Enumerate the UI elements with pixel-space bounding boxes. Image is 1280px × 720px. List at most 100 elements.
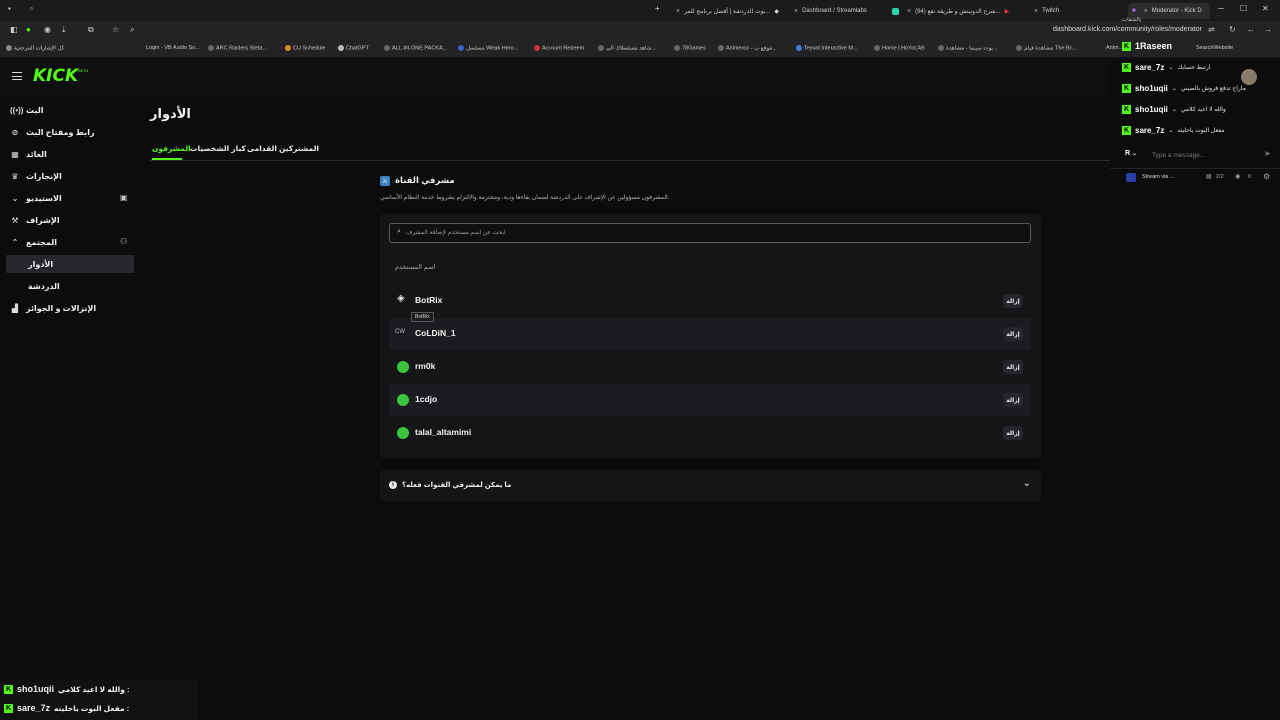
extension-icon[interactable]: ◉ — [44, 25, 51, 34]
bookmark-item[interactable]: ALL-IN-ONE PACKA... — [384, 45, 447, 51]
bookmark-favicon-icon — [384, 45, 390, 51]
moderator-name[interactable]: CoLDiN_1 — [415, 328, 456, 338]
chat-input[interactable] — [1152, 149, 1257, 161]
zoom-icon[interactable]: ⌕ — [130, 25, 134, 35]
forward-icon[interactable]: → — [1264, 25, 1272, 34]
tab-og-subscribers[interactable]: المشتركين القدامى — [247, 144, 319, 153]
bookmark-item[interactable]: كل الإشارات المرجعية — [6, 45, 64, 51]
gear-icon[interactable]: ⚙ — [1263, 172, 1270, 181]
chat-users-icon: ▤ — [1206, 174, 1212, 180]
close-icon[interactable]: × — [1144, 8, 1148, 15]
address-bar[interactable]: dashboard.kick.com/community/roles/moder… — [1053, 26, 1202, 33]
browser-tab[interactable]: × (94) شرح الدونيتش و طريقة تفع... ▶ — [892, 3, 1020, 19]
search-icon: ⌕ — [397, 228, 401, 235]
window-menu-icon[interactable]: ▪ — [8, 4, 11, 13]
bookmark-item[interactable]: Teyvat Interactive M... — [796, 45, 858, 51]
moderator-name[interactable]: rm0k — [415, 361, 435, 371]
tab-list-icon[interactable]: ▫ — [30, 4, 33, 13]
chat-identity-initial[interactable]: R ⌄ — [1125, 150, 1137, 157]
bookmark-item[interactable]: SearchWebsite — [1196, 45, 1233, 51]
remove-button[interactable]: إزالة — [1003, 327, 1023, 341]
sidebar-item-roles[interactable]: الأدوار — [6, 255, 134, 273]
close-icon[interactable]: × — [794, 8, 798, 15]
moderator-name[interactable]: BotRix — [415, 295, 442, 305]
maximize-icon[interactable]: ☐ — [1240, 4, 1247, 13]
send-icon[interactable]: ➤ — [1264, 149, 1271, 158]
tab-vips[interactable]: كبار الشخصيات — [190, 144, 246, 153]
chat-username[interactable]: sare_7z — [1135, 126, 1164, 135]
minimize-icon[interactable]: ─ — [1218, 4, 1224, 13]
close-window-icon[interactable]: ✕ — [1262, 4, 1269, 13]
chat-username[interactable]: sare_7z — [1135, 63, 1164, 72]
section-title: مشرفي القناة — [395, 175, 455, 185]
extension-icon[interactable]: ● — [26, 25, 31, 34]
bookmark-item[interactable]: Login - VB Audio So... — [146, 45, 200, 51]
bookmark-item[interactable]: Account Redeem — [534, 45, 584, 51]
link-icon: ⊘ — [11, 127, 19, 137]
faq-accordion[interactable]: i ما يمكن لمشرفي القنوات فعله؟ ⌄ — [380, 470, 1041, 501]
remove-button[interactable]: إزالة — [1003, 294, 1023, 308]
kick-badge-icon: K — [1122, 126, 1131, 135]
faq-label: ما يمكن لمشرفي القنوات فعله؟ — [402, 482, 512, 489]
sidebar-item-broadcast[interactable]: ((•)) البث — [10, 101, 134, 119]
close-icon[interactable]: × — [676, 8, 680, 15]
site-settings-icon[interactable]: ⇌ — [1208, 25, 1215, 34]
remove-button[interactable]: إزالة — [1003, 426, 1023, 440]
chatgpt-icon — [338, 45, 344, 51]
chat-username[interactable]: sho1uqii — [1135, 84, 1168, 93]
browser-tab[interactable]: × Twitch — [1030, 3, 1120, 19]
bookmark-item[interactable]: Anim... — [1106, 45, 1123, 51]
bookmark-item[interactable]: مسلسل Weak Hero... — [458, 45, 518, 51]
broadcast-icon: ((•)) — [10, 105, 24, 115]
moderator-sword-icon: ⚔ — [380, 175, 390, 186]
hamburger-menu-icon[interactable] — [12, 72, 22, 80]
sidebar-item-drops[interactable]: ▟ الإنزالات و الجوائز — [10, 299, 134, 317]
bookmark-item[interactable]: Home | HoYoLAB — [874, 45, 925, 51]
bookmark-item[interactable]: بوت سينما - مشاهدة... — [938, 45, 998, 51]
close-icon[interactable]: × — [1034, 8, 1038, 15]
bookmark-item[interactable]: ARC Raiders Steta... — [208, 45, 267, 51]
avatar — [397, 394, 409, 406]
tabs-divider — [150, 160, 1110, 161]
chat-username[interactable]: 1Raseen — [1135, 41, 1172, 51]
chat-text: ماراح تدفع فروش بالصيني — [1180, 86, 1246, 92]
chat-message: K sho1uqii ⌄ ماراح تدفع فروش بالصيني — [1122, 84, 1246, 93]
browser-tab[interactable]: × Dashboard / Streamlabs — [790, 3, 880, 19]
search-input[interactable] — [406, 225, 1006, 241]
chevron-down-icon: ⌄ — [1168, 65, 1174, 71]
bookmark-item[interactable]: Animerco - موقع ب... — [718, 45, 777, 51]
moderator-name[interactable]: talal_altamimi — [415, 427, 471, 437]
sidebar-item-achievements[interactable]: ♛ الإنجازات — [10, 167, 134, 185]
download-icon[interactable]: ⤓ — [62, 25, 66, 35]
bookmark-item[interactable]: شاهد مسلسلاك الي... — [598, 45, 656, 51]
back-icon[interactable]: ← — [1247, 25, 1255, 34]
extensions-icon[interactable]: ⧉ — [88, 25, 94, 35]
moderator-name[interactable]: 1cdjo — [415, 394, 437, 404]
close-icon[interactable]: × — [907, 8, 911, 15]
sidebar-item-revenue[interactable]: ▦ العائد — [10, 145, 134, 163]
new-tab-icon[interactable]: + — [655, 4, 660, 13]
bookmark-star-icon[interactable]: ☆ — [112, 25, 119, 34]
kick-logo[interactable]: KICK — [33, 66, 78, 86]
bookmark-favicon-icon — [534, 45, 540, 51]
remove-button[interactable]: إزالة — [1003, 393, 1023, 407]
moderation-icon: ⚒ — [11, 215, 19, 225]
reload-icon[interactable]: ↻ — [1229, 25, 1236, 34]
chevron-down-icon[interactable]: ⌄ — [1023, 478, 1031, 489]
sidebar-toggle-icon[interactable]: ◧ — [10, 25, 18, 34]
tab-moderators[interactable]: المشرفون — [152, 144, 191, 153]
sidebar-item-chat[interactable]: الدردشة — [10, 277, 134, 295]
bookmark-item[interactable]: ChatGPT — [338, 45, 369, 51]
chat-username[interactable]: sho1uqii — [1135, 105, 1168, 114]
remove-button[interactable]: إزالة — [1003, 360, 1023, 374]
sidebar-item-community[interactable]: ⌃ المجتمع — [10, 233, 134, 251]
sidebar-item-moderation[interactable]: ⚒ الإشراف — [10, 211, 134, 229]
overlay-text: والله لا اعيد كلامي : — [58, 684, 130, 694]
bookmark-item[interactable]: CU Schedule — [285, 45, 325, 51]
sidebar-item-stream-key[interactable]: ⊘ رابط ومفتاح البث — [10, 123, 134, 141]
sidebar-item-studio[interactable]: ⌄ الاستيديو — [10, 189, 134, 207]
bookmark-item[interactable]: 78Games — [674, 45, 706, 51]
browser-tab[interactable]: × بوت الدردشة | أفضل برنامج للمر... ◆ — [672, 3, 784, 19]
user-avatar[interactable] — [1241, 69, 1257, 85]
bookmark-item[interactable]: مشاهدة فيلم The Br... — [1016, 45, 1076, 51]
